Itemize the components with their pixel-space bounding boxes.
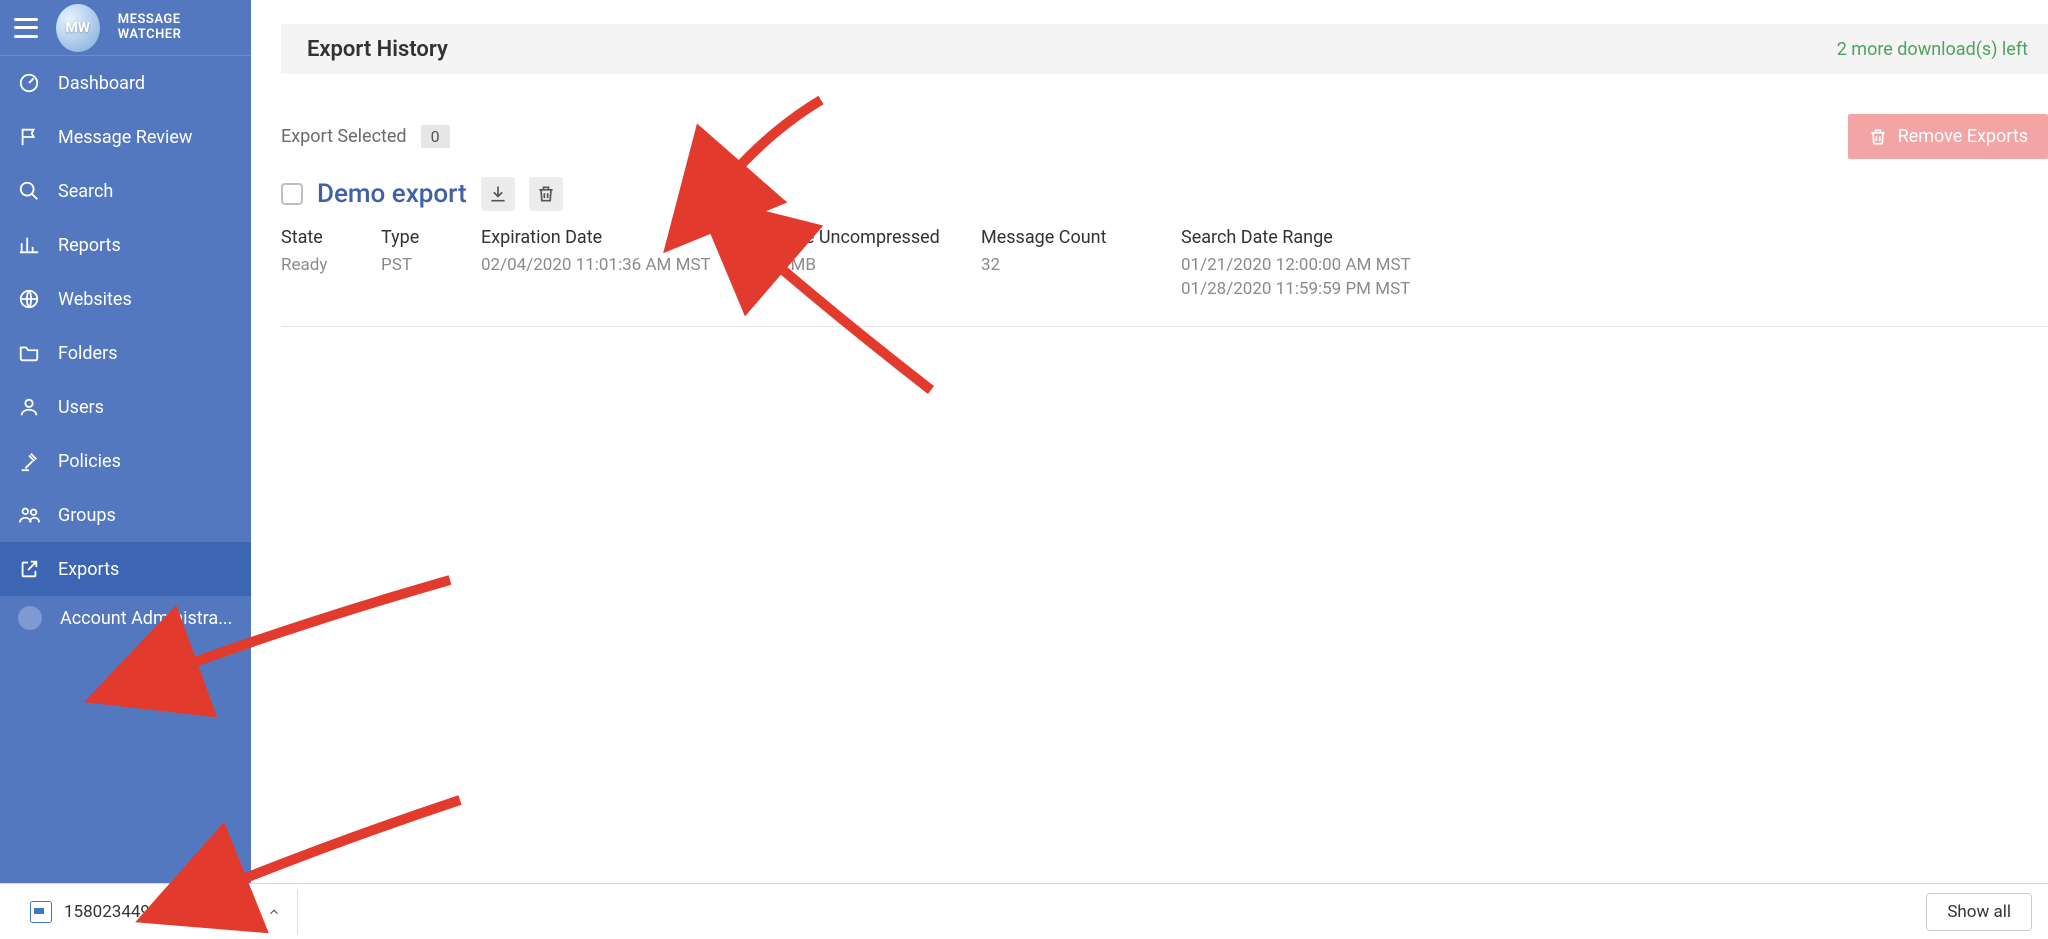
- bar-chart-icon: [18, 234, 40, 256]
- detail-state: State Ready: [281, 227, 381, 302]
- sidebar-item-label: Websites: [58, 289, 132, 310]
- selected-count-badge: 0: [421, 125, 450, 148]
- export-details: State Ready Type PST Expiration Date 02/…: [281, 227, 2048, 327]
- main-content: Export History 2 more download(s) left E…: [251, 0, 2048, 883]
- detail-date-range: Search Date Range 01/21/2020 12:00:00 AM…: [1181, 227, 2018, 302]
- sidebar-item-exports[interactable]: Exports: [0, 542, 251, 596]
- page-header: Export History 2 more download(s) left: [281, 24, 2048, 74]
- detail-label: Size Uncompressed: [781, 227, 961, 248]
- sidebar-item-label: Account Administra...: [60, 608, 232, 629]
- sidebar-item-label: Search: [58, 181, 113, 202]
- detail-label: State: [281, 227, 361, 248]
- sidebar-item-policies[interactable]: Policies: [0, 434, 251, 488]
- app-logo-initials: MW: [66, 21, 91, 35]
- user-icon: [18, 396, 40, 418]
- sidebar-item-groups[interactable]: Groups: [0, 488, 251, 542]
- download-filename: 1580234496788.de....pst: [64, 902, 253, 922]
- sidebar-item-folders[interactable]: Folders: [0, 326, 251, 380]
- avatar-icon: [18, 606, 42, 630]
- remove-exports-button[interactable]: Remove Exports: [1848, 114, 2048, 159]
- speedometer-icon: [18, 72, 40, 94]
- sidebar: MW MESSAGE WATCHER Dashboard Message Rev…: [0, 0, 251, 883]
- delete-export-button[interactable]: [529, 177, 563, 211]
- download-export-button[interactable]: [481, 177, 515, 211]
- search-icon: [18, 180, 40, 202]
- sidebar-item-label: Policies: [58, 451, 121, 472]
- detail-value: 02/04/2020 11:01:36 AM MST: [481, 254, 761, 278]
- downloads-remaining: 2 more download(s) left: [1837, 39, 2028, 60]
- sidebar-item-label: Reports: [58, 235, 121, 256]
- folder-icon: [18, 342, 40, 364]
- sidebar-nav: Dashboard Message Review Search Reports: [0, 56, 251, 883]
- sidebar-item-search[interactable]: Search: [0, 164, 251, 218]
- detail-expiration: Expiration Date 02/04/2020 11:01:36 AM M…: [481, 227, 781, 302]
- download-item[interactable]: 1580234496788.de....pst: [16, 889, 298, 935]
- outlook-file-icon: [30, 901, 52, 923]
- detail-label: Expiration Date: [481, 227, 761, 248]
- sidebar-item-message-review[interactable]: Message Review: [0, 110, 251, 164]
- flag-icon: [18, 126, 40, 148]
- detail-value: PST: [381, 254, 461, 278]
- detail-value: 2MB: [781, 254, 961, 278]
- sidebar-item-reports[interactable]: Reports: [0, 218, 251, 272]
- sidebar-header: MW MESSAGE WATCHER: [0, 0, 251, 56]
- detail-label: Type: [381, 227, 461, 248]
- detail-label: Search Date Range: [1181, 227, 1998, 248]
- detail-message-count: Message Count 32: [981, 227, 1181, 302]
- detail-value-line2: 01/28/2020 11:59:59 PM MST: [1181, 278, 1998, 302]
- detail-size: Size Uncompressed 2MB: [781, 227, 981, 302]
- sidebar-item-dashboard[interactable]: Dashboard: [0, 56, 251, 110]
- globe-icon: [18, 288, 40, 310]
- external-link-icon: [18, 558, 40, 580]
- trash-icon: [536, 184, 556, 204]
- gavel-icon: [18, 450, 40, 472]
- sidebar-item-label: Exports: [58, 559, 119, 580]
- app-logo: MW: [56, 4, 100, 52]
- sidebar-item-websites[interactable]: Websites: [0, 272, 251, 326]
- detail-value-line1: 01/21/2020 12:00:00 AM MST: [1181, 254, 1998, 278]
- app-title: MESSAGE WATCHER: [118, 13, 237, 42]
- sidebar-item-label: Users: [58, 397, 104, 418]
- users-icon: [18, 504, 40, 526]
- detail-value: 32: [981, 254, 1161, 278]
- download-icon: [488, 184, 508, 204]
- hamburger-menu-icon[interactable]: [14, 18, 38, 38]
- action-row: Export Selected 0 Remove Exports: [281, 114, 2048, 159]
- export-row-header: Demo export: [281, 177, 2048, 211]
- page-title: Export History: [307, 37, 448, 62]
- show-all-downloads-button[interactable]: Show all: [1926, 893, 2032, 931]
- sidebar-item-account-admin[interactable]: Account Administra...: [0, 596, 251, 640]
- trash-icon: [1868, 127, 1888, 147]
- export-checkbox[interactable]: [281, 183, 303, 205]
- export-name-link[interactable]: Demo export: [317, 179, 467, 209]
- sidebar-item-label: Message Review: [58, 127, 192, 148]
- browser-download-bar: 1580234496788.de....pst Show all: [0, 883, 2048, 939]
- sidebar-item-label: Dashboard: [58, 73, 145, 94]
- chevron-up-icon[interactable]: [265, 903, 283, 921]
- export-selected-label: Export Selected: [281, 126, 407, 147]
- remove-exports-label: Remove Exports: [1898, 126, 2028, 147]
- sidebar-item-label: Groups: [58, 505, 116, 526]
- detail-value: Ready: [281, 254, 361, 278]
- detail-type: Type PST: [381, 227, 481, 302]
- sidebar-item-label: Folders: [58, 343, 118, 364]
- detail-label: Message Count: [981, 227, 1161, 248]
- export-selected-group: Export Selected 0: [281, 125, 450, 148]
- sidebar-item-users[interactable]: Users: [0, 380, 251, 434]
